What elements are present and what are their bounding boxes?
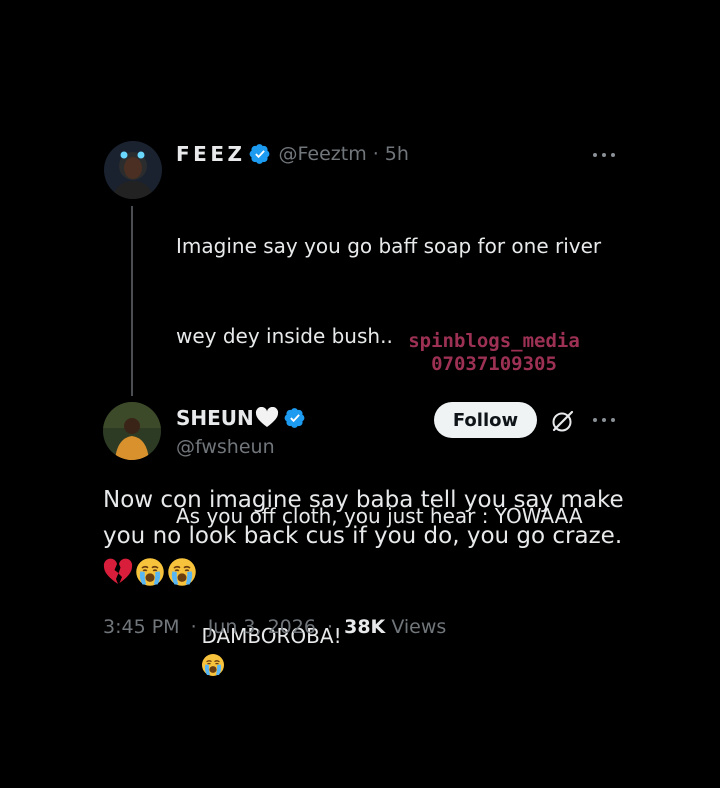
reply-text-line-2: you no look back cus if you do, you go c… (103, 523, 623, 549)
reply-display-name[interactable]: SHEUN (176, 406, 254, 430)
views-count[interactable]: 38K (344, 616, 385, 638)
follow-button[interactable]: Follow (434, 402, 537, 438)
parent-tweet-header: FEEZ @Feeztm · 5h (176, 142, 409, 166)
loudly-crying-face-emoji-icon (167, 557, 197, 587)
loudly-crying-face-emoji-icon (201, 653, 225, 677)
verified-badge-icon (249, 143, 271, 165)
parent-more-options-icon[interactable] (593, 153, 615, 159)
reply-emoji-row (103, 554, 683, 590)
parent-text-line-4-row: DAMBOROBA! (176, 591, 616, 711)
tweet-timestamp[interactable]: 3:45 PM (103, 616, 180, 638)
reply-handle[interactable]: @fwsheun (176, 436, 275, 458)
thread-connector-line (131, 206, 133, 396)
verified-badge-icon (284, 407, 306, 429)
watermark: spinblogs_media 07037109305 (404, 330, 584, 376)
feez-avatar[interactable] (104, 141, 162, 199)
reply-more-options-icon[interactable] (593, 418, 615, 424)
parent-handle[interactable]: @Feeztm (279, 143, 367, 165)
separator-dot: · (190, 616, 197, 638)
views-label[interactable]: Views (391, 616, 446, 638)
parent-display-name[interactable]: FEEZ (176, 142, 246, 166)
reply-text-line-1: Now con imagine say baba tell you say ma… (103, 487, 624, 513)
loudly-crying-face-emoji-icon (135, 557, 165, 587)
separator-dot: · (327, 616, 334, 638)
parent-text-line-1: Imagine say you go baff soap for one riv… (176, 234, 602, 258)
tweet-date[interactable]: Jun 3, 2026 (208, 616, 316, 638)
reply-tweet-header: SHEUN (176, 406, 306, 430)
sheun-avatar[interactable] (103, 402, 161, 460)
grok-icon[interactable] (550, 408, 576, 434)
separator-dot: · (372, 143, 379, 165)
white-heart-emoji-icon (255, 407, 278, 427)
watermark-line-2: 07037109305 (431, 353, 557, 375)
broken-heart-emoji-icon (103, 558, 133, 584)
parent-time[interactable]: 5h (385, 143, 409, 165)
watermark-line-1: spinblogs_media (408, 330, 580, 352)
reply-tweet-text: Now con imagine say baba tell you say ma… (103, 482, 683, 590)
tweet-meta-row: 3:45 PM · Jun 3, 2026 · 38K Views (103, 616, 446, 638)
